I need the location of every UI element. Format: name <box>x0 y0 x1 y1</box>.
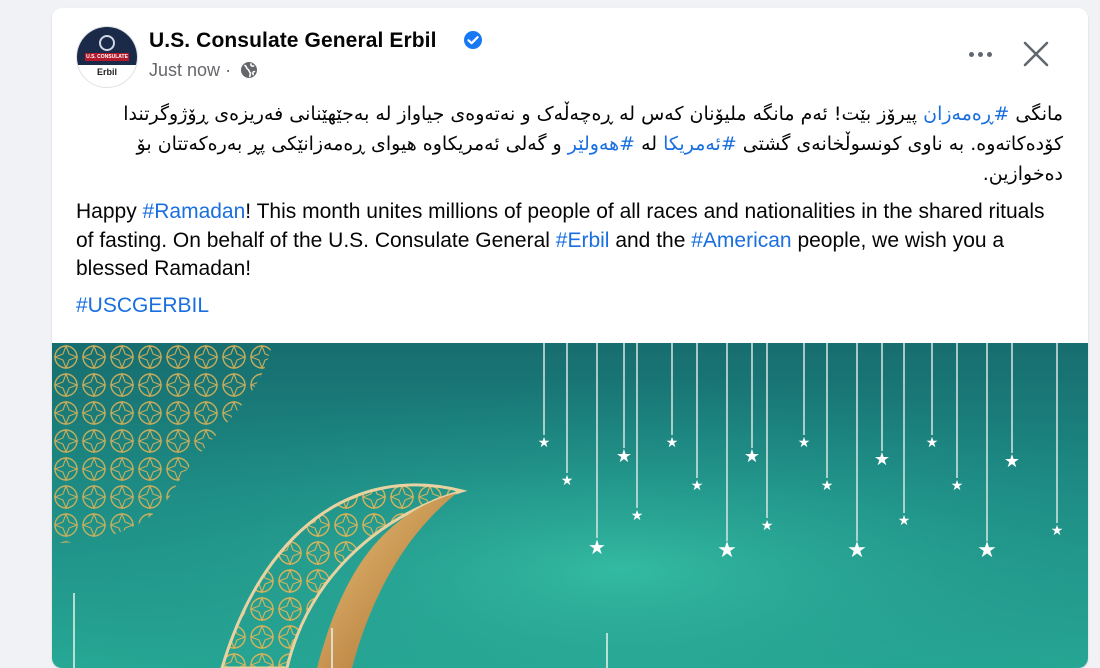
globe-icon[interactable] <box>240 61 258 79</box>
hashtag-ramadan[interactable]: #Ramadan <box>143 200 246 223</box>
hashtag-ramadan-kurdish[interactable]: #ڕەمەزان <box>923 103 1009 125</box>
svg-text:★: ★ <box>561 473 574 489</box>
verified-badge-icon <box>464 31 482 49</box>
post-timestamp[interactable]: Just now <box>149 60 220 80</box>
svg-text:★: ★ <box>691 478 704 494</box>
seal-icon <box>99 35 115 51</box>
svg-text:★: ★ <box>977 538 997 563</box>
svg-text:★: ★ <box>717 538 737 563</box>
avatar-label: Erbil <box>96 67 117 77</box>
svg-text:★: ★ <box>744 446 760 467</box>
kurdish-text: مانگی <box>1009 103 1063 125</box>
avatar-band: U.S. CONSULATE <box>85 53 129 61</box>
svg-text:★: ★ <box>874 449 890 470</box>
more-options-icon <box>977 51 983 57</box>
kurdish-text: لە <box>635 133 664 155</box>
svg-text:★: ★ <box>951 478 964 494</box>
svg-text:★: ★ <box>538 435 551 451</box>
svg-text:★: ★ <box>898 513 911 529</box>
post-text-kurdish: مانگی #ڕەمەزان پیرۆز بێت! ئەم مانگە ملیۆ… <box>76 99 1063 189</box>
more-options-icon <box>968 51 974 57</box>
post-image[interactable]: ★ ★ ★ ★ ★ ★ ★ ★ ★ ★ ★ ★ ★ ★ ★ ★ ★ ★ ★ ★ <box>52 343 1088 668</box>
post-meta: Just now · <box>149 60 258 81</box>
svg-text:★: ★ <box>798 435 811 451</box>
page-name-link[interactable]: U.S. Consulate General Erbil <box>149 29 437 53</box>
hashtag-american[interactable]: #American <box>691 229 791 252</box>
hashtag-erbil[interactable]: #Erbil <box>556 229 610 252</box>
post-text-english: Happy #Ramadan! This month unites millio… <box>76 198 1063 284</box>
svg-text:★: ★ <box>926 435 939 451</box>
svg-text:★: ★ <box>847 538 867 563</box>
svg-text:★: ★ <box>1051 523 1064 539</box>
hashtag-america-kurdish[interactable]: #ئەمریکا <box>663 133 737 155</box>
svg-text:★: ★ <box>761 518 774 534</box>
english-text: and the <box>609 228 692 252</box>
meta-separator: · <box>225 60 237 80</box>
hashtag-uscgerbil[interactable]: #USCGERBIL <box>76 294 209 318</box>
svg-text:★: ★ <box>821 478 834 494</box>
post-card: U.S. CONSULATE Erbil U.S. Consulate Gene… <box>52 8 1088 668</box>
more-options-button[interactable] <box>954 34 1006 74</box>
svg-text:★: ★ <box>616 446 632 467</box>
more-options-icon <box>986 51 992 57</box>
post-header: U.S. CONSULATE Erbil U.S. Consulate Gene… <box>52 8 1088 98</box>
svg-text:★: ★ <box>631 508 644 524</box>
close-button[interactable] <box>1016 34 1056 74</box>
close-icon <box>1023 41 1049 67</box>
ramadan-crescent-illustration: ★ ★ ★ ★ ★ ★ ★ ★ ★ ★ ★ ★ ★ ★ ★ ★ ★ ★ ★ ★ <box>52 343 1088 668</box>
hashtag-erbil-kurdish[interactable]: #هەولێر <box>568 133 635 155</box>
svg-text:★: ★ <box>588 535 606 559</box>
svg-text:★: ★ <box>1004 451 1020 472</box>
english-text: Happy <box>76 200 143 223</box>
page-avatar[interactable]: U.S. CONSULATE Erbil <box>76 26 138 88</box>
svg-text:★: ★ <box>666 435 679 451</box>
